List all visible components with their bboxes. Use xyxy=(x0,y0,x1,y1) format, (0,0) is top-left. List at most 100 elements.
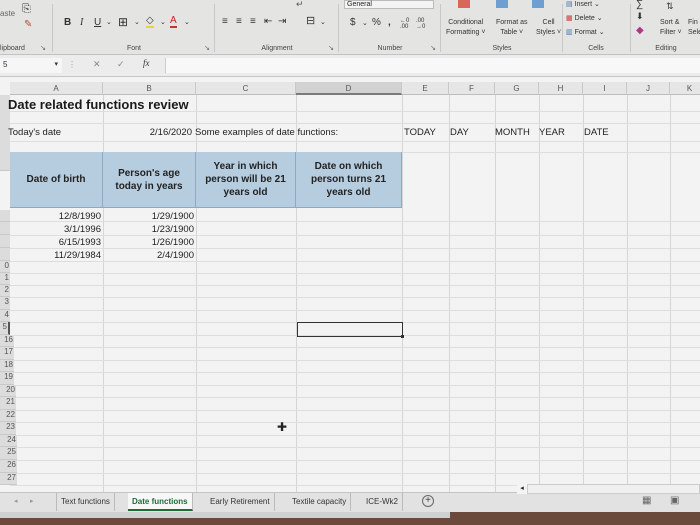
worksheet-grid[interactable]: A B C D E F G H I J K 0 1 2 3 4 5 16 17 … xyxy=(0,77,700,495)
enter-icon[interactable]: ✓ xyxy=(117,59,125,70)
underline-dropdown-icon[interactable]: ⌄ xyxy=(106,19,112,26)
insert-button[interactable]: ▤ Insert ⌄ xyxy=(566,0,600,8)
horizontal-scrollbar[interactable] xyxy=(527,484,700,494)
sheet-tab-text-functions[interactable]: Text functions xyxy=(56,493,115,511)
number-format-select[interactable]: General xyxy=(344,0,434,9)
alignment-launcher-icon[interactable]: ↘ xyxy=(328,44,334,52)
merge-center-icon[interactable]: ⊟ xyxy=(306,16,315,27)
increase-decimal-button[interactable]: ←0.00 xyxy=(400,18,414,30)
fill-handle[interactable] xyxy=(401,335,404,338)
italic-button[interactable]: I xyxy=(80,18,83,28)
todays-date-value[interactable]: 2/16/2020 xyxy=(103,127,192,138)
row-header-16[interactable]: 16 xyxy=(0,335,14,347)
borders-dropdown-icon[interactable]: ⌄ xyxy=(134,19,140,26)
function-name-today[interactable]: TODAY xyxy=(404,127,436,138)
row-header-23[interactable]: 23 xyxy=(0,422,16,435)
number-launcher-icon[interactable]: ↘ xyxy=(430,44,436,52)
row-header-22[interactable]: 22 xyxy=(0,410,16,422)
clipboard-launcher-icon[interactable]: ↘ xyxy=(40,44,46,52)
sheet-title[interactable]: Date related functions review xyxy=(8,97,189,112)
insert-function-button[interactable]: fx xyxy=(143,58,150,68)
row-header-18[interactable]: 18 xyxy=(0,360,14,372)
name-box[interactable]: 5 ▾ xyxy=(0,58,62,73)
fill-color-dropdown-icon[interactable]: ⌄ xyxy=(160,19,166,26)
align-right-icon[interactable]: ≡ xyxy=(250,17,256,27)
row-header-15[interactable]: 5 xyxy=(0,322,10,335)
function-name-year[interactable]: YEAR xyxy=(539,127,565,138)
table-cell-age[interactable]: 1/23/1900 xyxy=(103,224,194,235)
table-cell-dob[interactable]: 12/8/1990 xyxy=(10,211,101,222)
autosum-icon[interactable]: ∑ xyxy=(636,0,643,10)
row-header[interactable] xyxy=(0,248,10,261)
sheet-tab-textile-capacity[interactable]: Textile capacity xyxy=(288,493,352,511)
row-header-10[interactable]: 0 xyxy=(0,261,10,273)
cancel-icon[interactable]: ✕ xyxy=(93,59,101,70)
formula-input[interactable] xyxy=(165,58,700,73)
column-header-f[interactable]: F xyxy=(449,82,495,95)
function-name-day[interactable]: DAY xyxy=(450,127,469,138)
todays-date-label[interactable]: Today's date xyxy=(8,127,61,138)
page-layout-view-icon[interactable]: ▣ xyxy=(670,495,679,506)
table-header-year-21[interactable]: Year in which person will be 21 years ol… xyxy=(196,152,296,208)
row-header-24[interactable]: 24 xyxy=(0,435,17,447)
column-header-i[interactable]: I xyxy=(583,82,627,95)
bold-button[interactable]: B xyxy=(64,18,71,28)
tab-scroll-right-icon[interactable]: ▸ xyxy=(30,497,34,505)
sheet-tab-ice-wk2[interactable]: ICE-Wk2 xyxy=(362,493,403,511)
row-header-20[interactable]: 20 xyxy=(0,385,16,397)
currency-dropdown-icon[interactable]: ⌄ xyxy=(362,20,368,27)
tab-scroll-left-icon[interactable]: ◂ xyxy=(14,497,18,505)
copy-icon[interactable]: ⎘ xyxy=(22,4,31,15)
font-color-button[interactable]: A xyxy=(170,16,177,28)
format-painter-icon[interactable]: ✎ xyxy=(24,20,32,30)
align-left-icon[interactable]: ≡ xyxy=(222,17,228,27)
row-header-21[interactable]: 21 xyxy=(0,397,16,410)
table-header-date-21[interactable]: Date on which person turns 21 years old xyxy=(296,152,402,208)
sheet-tab-early-retirement[interactable]: Early Retirement xyxy=(206,493,275,511)
decrease-decimal-button[interactable]: .00 →0 xyxy=(416,18,430,30)
cell-styles-button[interactable]: Cell Styles ˅ xyxy=(536,18,561,38)
row-header[interactable] xyxy=(0,222,10,235)
table-cell-age[interactable]: 1/29/1900 xyxy=(103,211,194,222)
column-header-h[interactable]: H xyxy=(539,82,583,95)
paste-button[interactable]: aste xyxy=(0,10,15,18)
column-header-b[interactable]: B xyxy=(103,82,196,95)
format-as-table-button[interactable]: Format as Table ˅ xyxy=(496,18,528,38)
function-name-month[interactable]: MONTH xyxy=(495,127,530,138)
font-color-dropdown-icon[interactable]: ⌄ xyxy=(184,19,190,26)
conditional-formatting-button[interactable]: Conditional Formatting ˅ xyxy=(446,18,486,38)
sort-filter-button[interactable]: Sort & Filter ˅ xyxy=(660,18,682,38)
currency-button[interactable]: $ xyxy=(350,18,356,28)
sheet-tab-date-functions[interactable]: Date functions xyxy=(128,493,193,511)
row-header[interactable] xyxy=(0,235,10,248)
wrap-text-icon[interactable]: ↵ xyxy=(296,0,304,9)
function-name-date[interactable]: DATE xyxy=(584,127,609,138)
column-header-k[interactable]: K xyxy=(670,82,700,95)
normal-view-icon[interactable]: ▦ xyxy=(642,495,651,506)
fill-icon[interactable]: ⬇ xyxy=(636,12,644,21)
table-cell-dob[interactable]: 11/29/1984 xyxy=(10,250,101,261)
column-header-e[interactable]: E xyxy=(402,82,449,95)
align-center-icon[interactable]: ≡ xyxy=(236,17,242,27)
column-header-g[interactable]: G xyxy=(495,82,539,95)
row-header-17[interactable]: 17 xyxy=(0,347,14,360)
merge-dropdown-icon[interactable]: ⌄ xyxy=(320,19,326,26)
table-cell-age[interactable]: 1/26/1900 xyxy=(103,237,194,248)
row-header-27[interactable]: 27 xyxy=(0,473,17,485)
new-sheet-button[interactable]: + xyxy=(422,495,434,507)
row-header-13[interactable]: 3 xyxy=(0,297,10,310)
font-launcher-icon[interactable]: ↘ xyxy=(204,44,210,52)
percent-button[interactable]: % xyxy=(372,18,381,28)
table-cell-dob[interactable]: 6/15/1993 xyxy=(10,237,101,248)
find-select-button[interactable]: Fin Sele xyxy=(688,18,700,38)
hscroll-left-icon[interactable]: ◂ xyxy=(517,484,527,494)
column-header-d[interactable]: D xyxy=(296,82,402,95)
comma-style-button[interactable]: , xyxy=(388,18,391,28)
table-header-date-of-birth[interactable]: Date of birth xyxy=(10,152,103,208)
row-header-11[interactable]: 1 xyxy=(0,273,10,285)
format-button[interactable]: ▥ Format ⌄ xyxy=(566,28,605,36)
decrease-indent-icon[interactable]: ⇤ xyxy=(264,17,272,27)
borders-icon[interactable]: ⊞ xyxy=(118,16,128,28)
increase-indent-icon[interactable]: ⇥ xyxy=(278,17,286,27)
column-header-c[interactable]: C xyxy=(196,82,296,95)
